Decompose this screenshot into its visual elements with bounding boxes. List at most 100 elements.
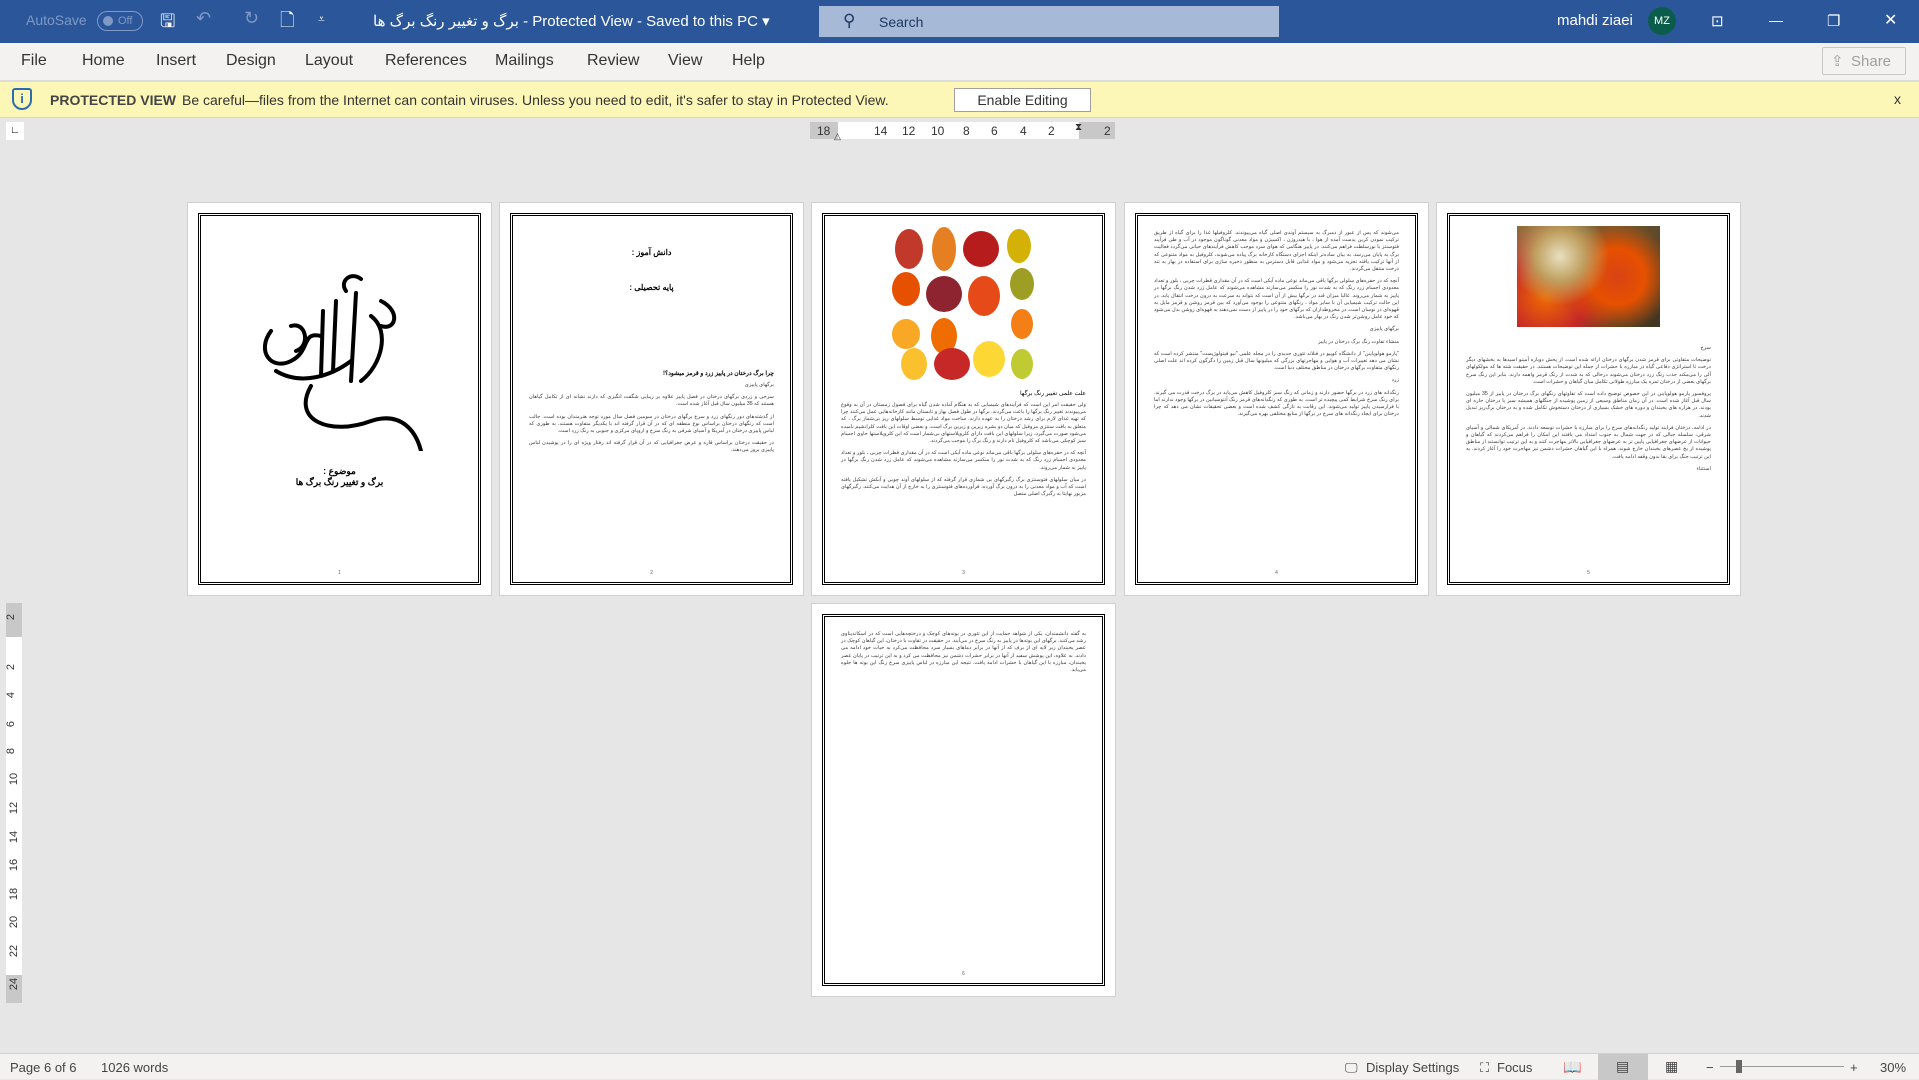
web-layout-icon[interactable]: ▦ (1665, 1058, 1678, 1075)
customize-toolbar-icon[interactable]: ⩡ (318, 12, 325, 27)
subheading: برگهای پاییزی (744, 382, 774, 388)
search-placeholder: Search (879, 14, 924, 30)
tab-layout[interactable]: Layout (305, 52, 353, 70)
autosave-state: Off (118, 15, 133, 27)
tab-insert[interactable]: Insert (156, 52, 196, 70)
ruler-tick: 2 (1104, 124, 1111, 138)
ruler-tick: 16 (8, 858, 21, 872)
print-layout-icon: ▤ (1616, 1058, 1630, 1074)
tab-view[interactable]: View (668, 52, 702, 70)
tab-design[interactable]: Design (226, 52, 276, 70)
ruler-tick: 18 (8, 887, 21, 901)
ruler-tick: 4 (5, 691, 18, 699)
page-number: 1 (338, 570, 341, 576)
ribbon-tabs: File Home Insert Design Layout Reference… (0, 43, 1919, 82)
read-mode-icon[interactable]: 📖 (1563, 1058, 1582, 1076)
focus-button[interactable]: Focus (1497, 1060, 1532, 1075)
minimize-icon[interactable]: — (1769, 12, 1783, 28)
redo-icon[interactable]: ↻ (244, 8, 259, 29)
tab-mailings[interactable]: Mailings (495, 52, 554, 70)
tab-help[interactable]: Help (732, 52, 765, 70)
paragraph: رنگدانه های زرد در برگها حضور دارند و زم… (1154, 389, 1399, 418)
page-number: 2 (650, 570, 653, 576)
display-settings-button[interactable]: Display Settings (1366, 1060, 1459, 1075)
zoom-slider-thumb[interactable] (1736, 1060, 1742, 1073)
ruler-tick: 12 (902, 124, 916, 138)
page-number: 3 (962, 570, 965, 576)
share-button[interactable]: ⇪ Share (1822, 47, 1906, 75)
page-2[interactable]: دانش آموز : پایه تحصیلی : چرا برگ درختان… (499, 202, 804, 596)
bismillah-calligraphy (263, 274, 423, 451)
paragraph: "پارمو هولوپاینن" از دانشگاه کوپیو در فن… (1154, 350, 1399, 372)
word-count[interactable]: 1026 words (101, 1060, 168, 1075)
restore-icon[interactable]: ❐ (1827, 12, 1840, 30)
ribbon-display-options-icon[interactable]: ⊡ (1711, 12, 1724, 30)
subject-title: برگ و تغییر رنگ برگ ها (295, 477, 384, 487)
document-title[interactable]: برگ و تغییر رنگ برگ ها - Protected View … (373, 12, 770, 30)
new-document-icon[interactable]: 🗋 (280, 8, 294, 38)
close-icon[interactable]: ✕ (1884, 10, 1897, 30)
horizontal-ruler[interactable]: 18 14 12 10 8 6 4 2 2 △ ⧗ (810, 122, 1115, 142)
paragraph: آنچه که در حفره‌های سلولی برگها باقی می‌… (1154, 278, 1399, 321)
avatar[interactable]: MZ (1648, 7, 1676, 35)
page-count[interactable]: Page 6 of 6 (10, 1060, 77, 1075)
autumn-leaves-image (891, 227, 1034, 380)
paragraph: پروفسور پارمو هولوپاینن در این خصوص توضی… (1466, 391, 1711, 419)
ruler-tick: 4 (1020, 124, 1027, 138)
close-bar-button[interactable]: x (1894, 91, 1901, 107)
subheading: زرد (1391, 377, 1399, 384)
ruler-tick: 6 (5, 720, 18, 728)
enable-editing-button[interactable]: Enable Editing (954, 88, 1091, 112)
ruler-tick: 10 (931, 124, 945, 138)
indent-marker-icon[interactable]: ⧗ (1075, 122, 1082, 133)
undo-icon[interactable]: ↶ (196, 8, 211, 29)
display-settings-icon: 🖵 (1345, 1060, 1358, 1075)
zoom-slider[interactable] (1720, 1060, 1844, 1073)
tab-references[interactable]: References (385, 52, 467, 70)
subheading: سرخ (1700, 345, 1711, 351)
ruler-tick: 20 (8, 915, 21, 929)
ruler-tick: 22 (8, 944, 21, 958)
ruler-tick: 14 (8, 830, 21, 844)
zoom-in-button[interactable]: + (1850, 1060, 1858, 1075)
status-bar: Page 6 of 6 1026 words 🖵 Display Setting… (0, 1053, 1919, 1080)
page-4[interactable]: می‌شوند که پس از عبور از دمبرگ به سیستم … (1124, 202, 1429, 596)
ruler-tick: 14 (874, 124, 888, 138)
share-label: Share (1851, 53, 1892, 70)
title-bar: AutoSave Off 🖫 ↶ ↻ 🗋 ⩡ برگ و تغییر رنگ ب… (0, 0, 1919, 43)
protected-view-bar: i PROTECTED VIEW Be careful—files from t… (0, 82, 1919, 118)
tab-home[interactable]: Home (82, 52, 125, 70)
vertical-ruler[interactable]: (function(){var ys=[8,58,86,115,142,170,… (5, 603, 22, 1003)
page-1[interactable]: موضوع : برگ و تغییر رنگ برگ ها 1 (187, 202, 492, 596)
page-number: 4 (1275, 570, 1278, 576)
ruler-tick: 12 (8, 801, 21, 815)
autosave-label: AutoSave (26, 12, 87, 28)
page-6[interactable]: به گفته دانشمندان، یکی از شواهد حمایت از… (811, 603, 1116, 997)
tab-file[interactable]: File (21, 52, 47, 70)
save-icon[interactable]: 🖫 (160, 9, 175, 39)
share-icon: ⇪ (1831, 53, 1844, 70)
shield-info-icon: i (12, 88, 32, 110)
paragraph: توضیحات متفاوتی برای قرمز شدن برگهای درخ… (1466, 357, 1711, 385)
page-5[interactable]: سرخ توضیحات متفاوتی برای قرمز شدن برگهای… (1436, 202, 1741, 596)
zoom-out-button[interactable]: − (1706, 1060, 1714, 1075)
autosave-toggle[interactable]: Off (97, 11, 143, 31)
paragraph: در ادامه، درختان فرایند تولید رنگدانه‌ها… (1466, 424, 1711, 460)
student-label: دانش آموز : (631, 248, 672, 257)
page-3[interactable]: علت علمی تغییر رنگ برگها ولی حقیقت امر ا… (811, 202, 1116, 596)
section-heading: علت علمی تغییر رنگ برگها (1019, 391, 1086, 397)
zoom-level[interactable]: 30% (1880, 1060, 1906, 1075)
paragraph: در میان سلولهای فتوسنتزی برگ رگبرگهای بی… (841, 476, 1086, 498)
print-layout-button[interactable]: ▤ (1598, 1054, 1648, 1080)
indent-marker-icon[interactable]: △ (834, 131, 841, 142)
paragraph: می‌شوند که پس از عبور از دمبرگ به سیستم … (1154, 230, 1399, 273)
subheading: برگهای پاییزی (1369, 326, 1399, 333)
user-name[interactable]: mahdi ziaei (1557, 12, 1633, 29)
search-input[interactable]: ⚲ Search (819, 6, 1279, 37)
subject-label: موضوع : (323, 466, 356, 476)
paragraph: ولی حقیقت امر این است که فرآیندهای شیمیا… (841, 402, 1086, 445)
tab-selector[interactable]: ∟ (6, 122, 24, 140)
tab-review[interactable]: Review (587, 52, 639, 70)
grade-label: پایه تحصیلی : (629, 283, 674, 292)
ruler-tick: 24 (8, 977, 21, 991)
